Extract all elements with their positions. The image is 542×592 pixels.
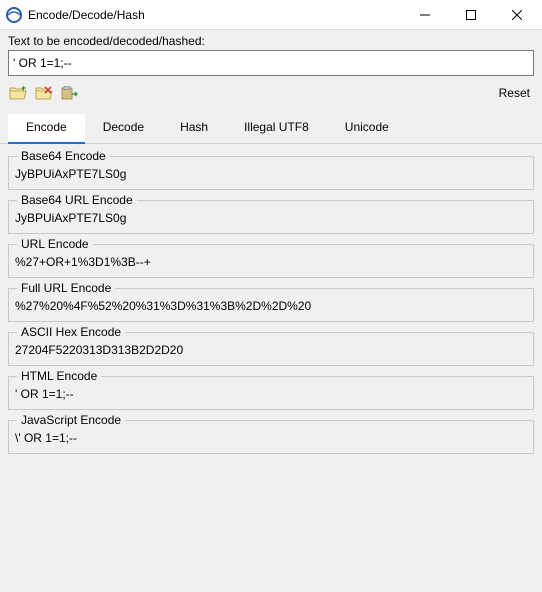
app-icon: [6, 7, 22, 23]
paste-icon[interactable]: [60, 84, 80, 102]
result-value[interactable]: %27%20%4F%52%20%31%3D%31%3B%2D%2D%20: [15, 299, 527, 313]
titlebar: Encode/Decode/Hash: [0, 0, 542, 30]
window-title: Encode/Decode/Hash: [28, 8, 402, 22]
result-title: Base64 Encode: [17, 149, 110, 163]
close-button[interactable]: [494, 0, 540, 30]
toolbar: + Reset: [0, 82, 542, 108]
result-group: Full URL Encode %27%20%4F%52%20%31%3D%31…: [8, 288, 534, 322]
tab-illegal-utf8[interactable]: Illegal UTF8: [226, 114, 327, 144]
result-title: HTML Encode: [17, 369, 101, 383]
result-group: Base64 Encode JyBPUiAxPTE7LS0g: [8, 156, 534, 190]
result-group: JavaScript Encode \' OR 1=1;--: [8, 420, 534, 454]
open-file-icon[interactable]: +: [8, 84, 28, 102]
minimize-button[interactable]: [402, 0, 448, 30]
delete-file-icon[interactable]: [34, 84, 54, 102]
result-value[interactable]: JyBPUiAxPTE7LS0g: [15, 211, 527, 225]
result-group: ASCII Hex Encode 27204F5220313D313B2D2D2…: [8, 332, 534, 366]
tabs: Encode Decode Hash Illegal UTF8 Unicode: [0, 108, 542, 144]
reset-button[interactable]: Reset: [499, 86, 534, 100]
text-input[interactable]: [8, 50, 534, 76]
window-controls: [402, 0, 540, 30]
result-title: URL Encode: [17, 237, 93, 251]
input-label: Text to be encoded/decoded/hashed:: [0, 30, 542, 50]
result-value[interactable]: ' OR 1=1;--: [15, 387, 527, 401]
result-value[interactable]: JyBPUiAxPTE7LS0g: [15, 167, 527, 181]
result-value[interactable]: \' OR 1=1;--: [15, 431, 527, 445]
tab-encode[interactable]: Encode: [8, 114, 85, 144]
result-title: Full URL Encode: [17, 281, 115, 295]
result-group: URL Encode %27+OR+1%3D1%3B--+: [8, 244, 534, 278]
result-value[interactable]: %27+OR+1%3D1%3B--+: [15, 255, 527, 269]
result-title: JavaScript Encode: [17, 413, 125, 427]
tab-hash[interactable]: Hash: [162, 114, 226, 144]
maximize-button[interactable]: [448, 0, 494, 30]
tab-unicode[interactable]: Unicode: [327, 114, 407, 144]
result-value[interactable]: 27204F5220313D313B2D2D20: [15, 343, 527, 357]
result-group: HTML Encode ' OR 1=1;--: [8, 376, 534, 410]
result-title: Base64 URL Encode: [17, 193, 137, 207]
results-panel: Base64 Encode JyBPUiAxPTE7LS0g Base64 UR…: [0, 144, 542, 470]
svg-text:+: +: [21, 86, 26, 93]
tab-decode[interactable]: Decode: [85, 114, 162, 144]
result-title: ASCII Hex Encode: [17, 325, 125, 339]
result-group: Base64 URL Encode JyBPUiAxPTE7LS0g: [8, 200, 534, 234]
